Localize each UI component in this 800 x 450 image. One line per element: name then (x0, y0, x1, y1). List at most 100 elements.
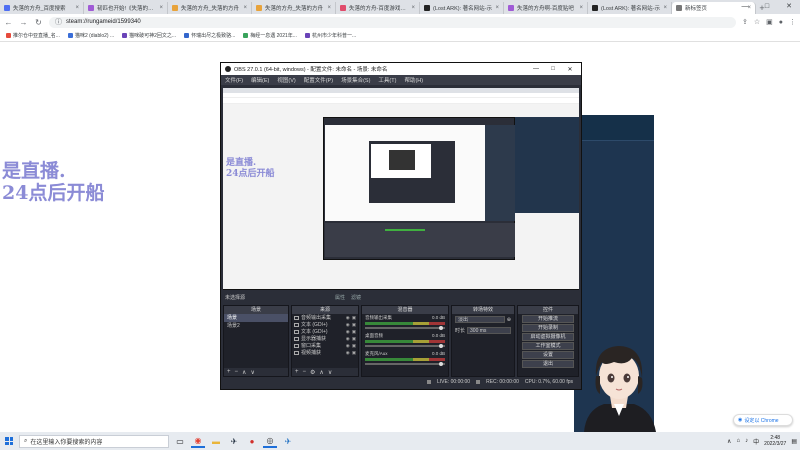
obs-control-button[interactable]: 开始录制 (522, 324, 574, 332)
obs-menu-item[interactable]: 视图(V) (277, 76, 295, 84)
source-up-button[interactable]: ∧ (319, 369, 323, 376)
source-item[interactable]: 视频捕获 ◉ ▣ (292, 349, 358, 356)
profile-icon[interactable]: ● (779, 19, 783, 26)
notification-icon[interactable]: ▤ (791, 438, 797, 445)
tab-close-icon[interactable]: × (159, 5, 163, 11)
bookmark-item[interactable]: 杭州市少年科普一... (304, 32, 356, 39)
bookmark-item[interactable]: 推尔仓中亚直播_名... (6, 32, 60, 39)
obs-menu-item[interactable]: 帮助(H) (404, 76, 423, 84)
scene-down-button[interactable]: ∨ (250, 369, 254, 376)
visibility-eye-icon[interactable]: ◉ (346, 343, 350, 349)
obs-control-button[interactable]: 设置 (522, 351, 574, 359)
obs-menu-item[interactable]: 工具(T) (378, 76, 396, 84)
tab-close-icon[interactable]: × (243, 5, 247, 11)
lock-icon[interactable]: ▣ (352, 329, 356, 335)
bookmark-item[interactable]: 猫咪2 (diablo2) ... (67, 32, 114, 39)
lock-icon[interactable]: ▣ (352, 336, 356, 342)
source-item[interactable]: 文本 (GDI+) ◉ ▣ (292, 328, 358, 335)
browser-tab[interactable]: 失落的方舟啊-百度贴吧 × (504, 2, 588, 14)
tray-expand-icon[interactable]: ∧ (727, 438, 731, 445)
browser-tab[interactable]: (Lost ARK): 著名网站-示 × (588, 2, 672, 14)
volume-slider[interactable] (365, 344, 445, 348)
back-icon[interactable]: ← (4, 18, 13, 27)
taskbar-clock[interactable]: 2:48 2022/3/27 (764, 435, 786, 447)
minimize-button[interactable]: — (734, 0, 756, 14)
browser-tab[interactable]: 失落的方舟-百度游戏许可 × (336, 2, 420, 14)
visibility-eye-icon[interactable]: ◉ (346, 336, 350, 342)
chrome-default-toast[interactable]: ◉ 设定以 Chrome (733, 414, 793, 426)
bookmark-star-icon[interactable]: ☆ (754, 18, 760, 26)
obs-menu-item[interactable]: 编辑(E) (251, 76, 269, 84)
bookmark-item[interactable]: 怀瑞出尽之极致骆... (184, 32, 235, 39)
browser-tab[interactable]: (Lost ARK): 著名网站-示 × (420, 2, 504, 14)
obs-menu-item[interactable]: 文件(F) (225, 76, 243, 84)
volume-icon[interactable]: ♪ (745, 438, 748, 444)
forward-icon[interactable]: → (19, 18, 28, 27)
task-view-icon[interactable]: ▭ (173, 434, 187, 448)
explorer-icon[interactable]: ▬ (209, 434, 223, 448)
scene-up-button[interactable]: ∧ (242, 369, 246, 376)
windows-start-icon[interactable] (3, 435, 15, 447)
source-down-button[interactable]: ∨ (328, 369, 332, 376)
chrome-icon[interactable]: ◉ (191, 434, 205, 448)
add-source-button[interactable]: + (295, 369, 299, 375)
visibility-eye-icon[interactable]: ◉ (346, 315, 350, 321)
duration-input[interactable]: 300 ms (467, 327, 511, 334)
tab-close-icon[interactable]: × (327, 5, 331, 11)
steam-icon[interactable]: ✈ (227, 434, 241, 448)
visibility-eye-icon[interactable]: ◉ (346, 322, 350, 328)
steam-blue-icon[interactable]: ✈ (281, 434, 295, 448)
browser-tab[interactable]: 失落的方舟_百度搜索 × (0, 2, 84, 14)
lock-icon[interactable]: ▣ (352, 343, 356, 349)
extensions-icon[interactable]: ▣ (766, 18, 773, 26)
source-item[interactable]: 音频输出采集 ◉ ▣ (292, 314, 358, 321)
tab-close-icon[interactable]: × (411, 5, 415, 11)
obs-maximize-button[interactable]: □ (546, 66, 560, 72)
lock-icon[interactable]: ▣ (352, 315, 356, 321)
obs-control-button[interactable]: 启动虚拟摄像机 (522, 333, 574, 341)
remove-scene-button[interactable]: − (235, 369, 239, 375)
taskbar-search-input[interactable]: ⌕ 在这里输入你要搜索的内容 (19, 434, 169, 448)
close-button[interactable]: ✕ (778, 0, 800, 14)
address-bar[interactable]: ⓘ steam://rungameid/1599340 (49, 16, 736, 28)
volume-slider[interactable] (365, 362, 445, 366)
tab-close-icon[interactable]: × (75, 5, 79, 11)
obs-control-button[interactable]: 退出 (522, 360, 574, 368)
transition-add-icon[interactable]: ⊕ (507, 317, 511, 323)
filters-button[interactable]: 滤镜 (351, 294, 361, 301)
share-icon[interactable]: ⇪ (742, 18, 748, 26)
lock-icon[interactable]: ▣ (352, 350, 356, 356)
source-item[interactable]: 显示器捕获 ◉ ▣ (292, 335, 358, 342)
remove-source-button[interactable]: − (303, 369, 307, 375)
obs-icon[interactable]: ◎ (263, 434, 277, 448)
network-icon[interactable]: ⌂ (736, 438, 740, 444)
reload-icon[interactable]: ↻ (34, 18, 43, 27)
add-scene-button[interactable]: + (227, 369, 231, 375)
obs-preview[interactable]: 是直播. 24点后开船 (223, 88, 579, 290)
lock-icon[interactable]: ▣ (352, 322, 356, 328)
tab-close-icon[interactable]: × (663, 5, 667, 11)
obs-minimize-button[interactable]: — (529, 66, 543, 72)
bookmark-item[interactable]: 猫咪破可神2回文之... (122, 32, 176, 39)
transition-select[interactable]: 淡出 (455, 316, 505, 323)
obs-control-button[interactable]: 工作室模式 (522, 342, 574, 350)
ime-indicator[interactable]: 中 (753, 437, 759, 446)
tab-close-icon[interactable]: × (495, 5, 499, 11)
menu-icon[interactable]: ⋮ (789, 18, 796, 26)
browser-tab[interactable]: 失落的方舟_失落的方舟 × (168, 2, 252, 14)
scene-item[interactable]: 场景 (224, 314, 288, 322)
source-item[interactable]: 窗口采集 ◉ ▣ (292, 342, 358, 349)
visibility-eye-icon[interactable]: ◉ (346, 329, 350, 335)
source-item[interactable]: 文本 (GDI+) ◉ ▣ (292, 321, 358, 328)
obs-menu-item[interactable]: 场景集合(S) (341, 76, 370, 84)
browser-tab[interactable]: 失落的方舟_失落的方舟 × (252, 2, 336, 14)
obs-close-button[interactable]: ✕ (563, 66, 577, 73)
browser-tab[interactable]: 韧匹也开始!《失落的方舟》× (84, 2, 168, 14)
source-settings-icon[interactable]: ⚙ (310, 369, 315, 376)
info-icon[interactable]: ⓘ (55, 17, 62, 27)
obs-menu-item[interactable]: 配置文件(P) (304, 76, 333, 84)
scene-item[interactable]: 场景2 (224, 322, 288, 330)
tab-close-icon[interactable]: × (579, 5, 583, 11)
visibility-eye-icon[interactable]: ◉ (346, 350, 350, 356)
maximize-button[interactable]: □ (756, 0, 778, 14)
